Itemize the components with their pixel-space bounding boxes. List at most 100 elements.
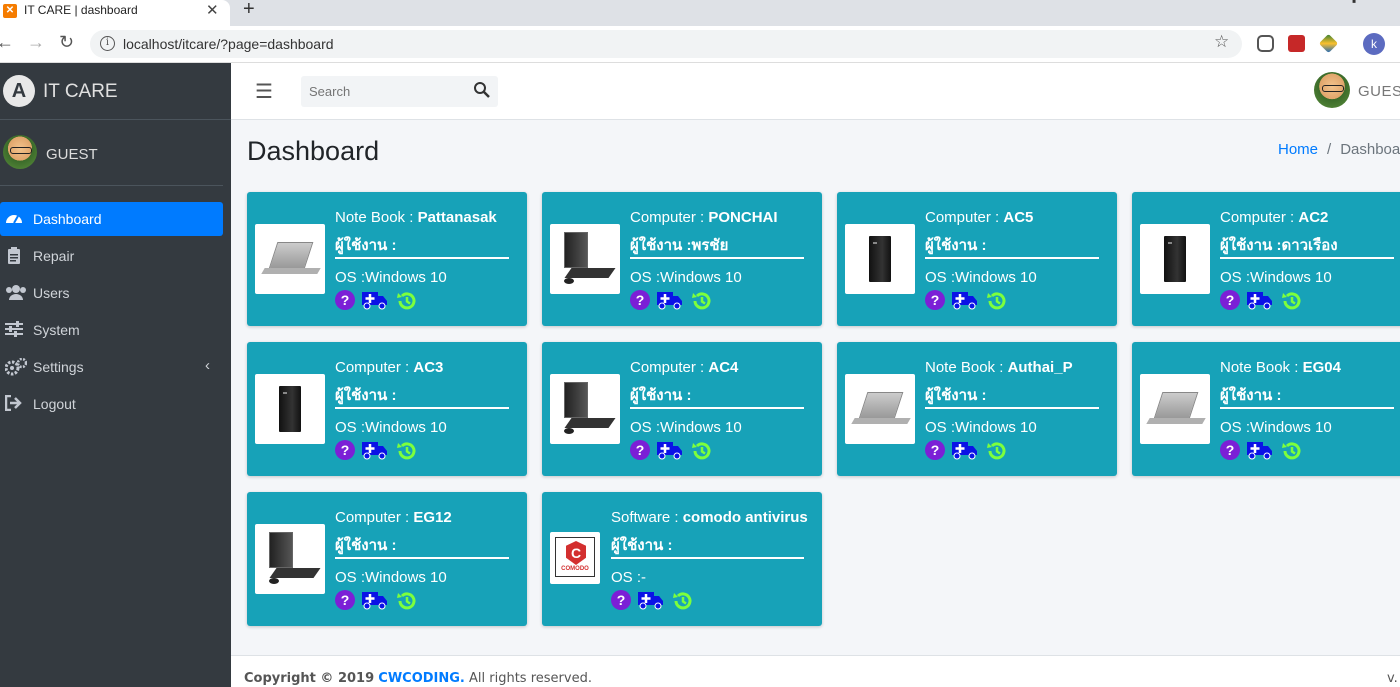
device-image[interactable]	[845, 224, 915, 294]
ambulance-repair-icon[interactable]	[657, 290, 683, 310]
device-image[interactable]	[550, 374, 620, 444]
device-card[interactable]: Note Book : Authai_P ผู้ใช้งาน : OS :Windo…	[837, 342, 1117, 476]
reload-icon[interactable]: ↻	[59, 32, 74, 53]
device-image[interactable]	[1140, 224, 1210, 294]
ambulance-repair-icon[interactable]	[657, 440, 683, 460]
ambulance-repair-icon[interactable]	[362, 290, 388, 310]
footer-brand-link[interactable]: CWCODING.	[378, 671, 465, 686]
dashboard-gauge-icon	[5, 210, 23, 228]
device-image[interactable]	[255, 224, 325, 294]
site-info-icon[interactable]: i	[100, 36, 115, 51]
window-minimize-icon[interactable]: ▪	[1352, 0, 1356, 8]
help-question-icon[interactable]: ?	[630, 290, 650, 310]
sidebar-item-system[interactable]: System	[0, 313, 223, 347]
device-name: AC5	[1003, 209, 1034, 226]
help-question-icon[interactable]: ?	[925, 440, 945, 460]
ambulance-repair-icon[interactable]	[952, 440, 978, 460]
help-question-icon[interactable]: ?	[1220, 440, 1240, 460]
device-user: ผู้ใช้งาน :	[1220, 387, 1282, 404]
forward-arrow-icon[interactable]: →	[27, 32, 45, 53]
device-type: Note Book	[925, 359, 996, 376]
help-question-icon[interactable]: ?	[611, 590, 631, 610]
cube-extension-icon[interactable]	[1318, 33, 1339, 54]
device-card[interactable]: Note Book : Pattanasak ผู้ใช้งาน : OS :Win…	[247, 192, 527, 326]
history-icon[interactable]	[1281, 290, 1303, 312]
ambulance-repair-icon[interactable]	[1247, 290, 1273, 310]
history-icon[interactable]	[396, 440, 418, 462]
device-image[interactable]	[845, 374, 915, 444]
history-icon[interactable]	[1281, 440, 1303, 462]
device-card[interactable]: Computer : AC5 ผู้ใช้งาน : OS :Windows 10?	[837, 192, 1117, 326]
ambulance-repair-icon[interactable]	[952, 290, 978, 310]
help-question-icon[interactable]: ?	[335, 290, 355, 310]
back-arrow-icon[interactable]: ←	[0, 32, 14, 53]
breadcrumb-separator: /	[1327, 141, 1332, 158]
sidebar-item-logout[interactable]: Logout	[0, 387, 223, 421]
history-icon[interactable]	[986, 290, 1008, 312]
comodo-shield: C	[566, 541, 586, 565]
history-icon[interactable]	[396, 590, 418, 612]
search-icon[interactable]	[473, 81, 491, 99]
device-card[interactable]: Computer : EG12 ผู้ใช้งาน : OS :Windows 10…	[247, 492, 527, 626]
history-icon[interactable]	[986, 440, 1008, 462]
device-type: Computer	[630, 209, 696, 226]
ambulance-repair-icon[interactable]	[362, 590, 388, 610]
device-user: ผู้ใช้งาน :	[630, 387, 692, 404]
avatar[interactable]	[1314, 72, 1350, 108]
sidebar-item-settings[interactable]: Settings ‹	[0, 350, 223, 384]
address-bar[interactable]: i localhost/itcare/?page=dashboard ☆	[90, 30, 1242, 58]
video-extension-icon[interactable]	[1288, 35, 1305, 52]
device-image[interactable]: C COMODO	[550, 532, 600, 584]
help-question-icon[interactable]: ?	[335, 440, 355, 460]
device-name: EG12	[413, 509, 452, 526]
history-icon[interactable]	[672, 590, 694, 612]
chevron-left-icon[interactable]: ‹	[205, 357, 210, 374]
brand-link[interactable]: A IT CARE	[0, 63, 231, 120]
device-actions: ?	[611, 590, 711, 612]
clipboard-icon	[5, 247, 23, 265]
ambulance-repair-icon[interactable]	[362, 440, 388, 460]
device-card[interactable]: Computer : AC3 ผู้ใช้งาน : OS :Windows 10?	[247, 342, 527, 476]
help-question-icon[interactable]: ?	[335, 590, 355, 610]
history-icon[interactable]	[691, 290, 713, 312]
help-question-icon[interactable]: ?	[1220, 290, 1240, 310]
device-card[interactable]: Computer : AC4 ผู้ใช้งาน : OS :Windows 10?	[542, 342, 822, 476]
ambulance-repair-icon[interactable]	[638, 590, 664, 610]
history-icon[interactable]	[396, 290, 418, 312]
line-extension-icon[interactable]	[1257, 35, 1274, 52]
breadcrumb-home-link[interactable]: Home	[1278, 141, 1318, 158]
url-text[interactable]: localhost/itcare/?page=dashboard	[123, 36, 334, 52]
device-image[interactable]	[255, 524, 325, 594]
device-image[interactable]	[1140, 374, 1210, 444]
hamburger-menu-icon[interactable]: ☰	[255, 79, 273, 104]
header-user-name[interactable]: GUEST	[1358, 83, 1400, 100]
device-card[interactable]: Computer : AC2 ผู้ใช้งาน :ดาวเรือง OS :Win…	[1132, 192, 1400, 326]
browser-tab[interactable]: ✕ IT CARE | dashboard ✕	[0, 0, 230, 26]
device-image[interactable]	[550, 224, 620, 294]
sidebar-item-label: Users	[33, 285, 70, 301]
sidebar-item-dashboard[interactable]: Dashboard	[0, 202, 223, 236]
copyright-text: Copyright © 2019 CWCODING. All rights re…	[244, 671, 592, 686]
comodo-logo-text: COMODO	[561, 566, 589, 572]
device-card[interactable]: C COMODO Software : comodo antivirus ผู้ใช้…	[542, 492, 822, 626]
ambulance-repair-icon[interactable]	[1247, 440, 1273, 460]
device-name: Authai_P	[1007, 359, 1073, 376]
history-icon[interactable]	[691, 440, 713, 462]
help-question-icon[interactable]: ?	[630, 440, 650, 460]
profile-avatar[interactable]: k	[1363, 33, 1385, 55]
device-user: ผู้ใช้งาน :	[925, 237, 987, 254]
new-tab-button[interactable]: +	[243, 0, 255, 21]
device-card[interactable]: Computer : PONCHAI ผู้ใช้งาน :พรชัย OS :Wi…	[542, 192, 822, 326]
close-tab-icon[interactable]: ✕	[206, 1, 219, 19]
help-question-icon[interactable]: ?	[925, 290, 945, 310]
device-title: Computer : AC3	[335, 359, 444, 376]
device-card[interactable]: Note Book : EG04 ผู้ใช้งาน : OS :Windows 1…	[1132, 342, 1400, 476]
brand-logo-icon: A	[3, 75, 35, 107]
device-image[interactable]	[255, 374, 325, 444]
bookmark-star-icon[interactable]: ☆	[1214, 32, 1229, 52]
sidebar-item-users[interactable]: Users	[0, 276, 223, 310]
pc-keyboard	[564, 268, 616, 278]
search-input[interactable]	[301, 76, 466, 107]
user-name[interactable]: GUEST	[46, 146, 98, 163]
sidebar-item-repair[interactable]: Repair	[0, 239, 223, 273]
